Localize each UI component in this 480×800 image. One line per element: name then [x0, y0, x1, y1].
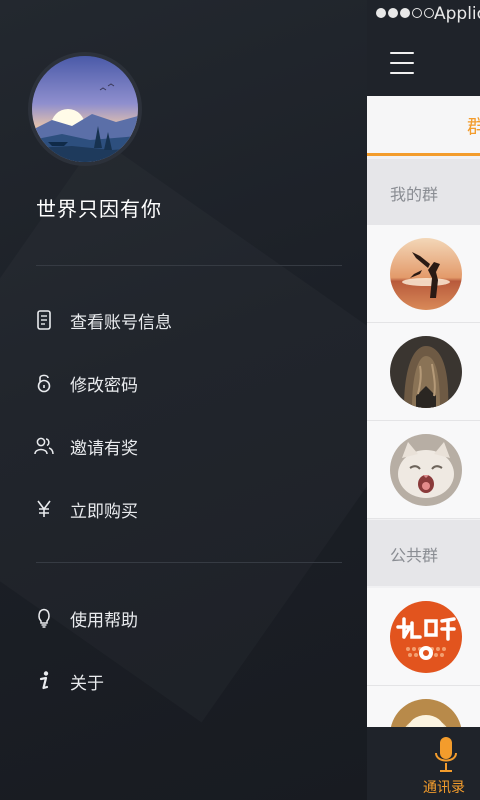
group-avatar-cat: [390, 434, 462, 506]
lock-icon: [34, 372, 54, 394]
menu-item-label: 邀请有奖: [70, 438, 138, 459]
section-header-public-groups: 公共群: [367, 520, 480, 586]
divider: [36, 265, 342, 266]
menu-item-change-password[interactable]: 修改密码: [0, 359, 367, 407]
user-avatar[interactable]: [28, 52, 142, 166]
group-avatar-youting-logo: [390, 601, 462, 673]
menu-item-label: 查看账号信息: [70, 312, 172, 333]
section-header-my-groups: 我的群: [367, 159, 480, 225]
people-icon: [34, 435, 54, 457]
hamburger-menu-icon[interactable]: [390, 52, 414, 74]
microphone-icon: [435, 737, 457, 772]
menu-item-label: 修改密码: [70, 375, 138, 396]
tab-contacts-label: 通讯录: [423, 780, 465, 796]
group-avatar-hair: [390, 336, 462, 408]
tab-contacts[interactable]: 通讯录: [407, 735, 480, 796]
group-avatar-couple: [390, 238, 462, 310]
bottom-tab-bar: 通讯录: [367, 727, 480, 800]
nav-bar: [367, 32, 480, 96]
document-icon: [34, 309, 54, 331]
menu-item-about[interactable]: 关于: [0, 657, 367, 705]
divider: [36, 562, 342, 563]
menu-item-account-info[interactable]: 查看账号信息: [0, 296, 367, 344]
yen-icon: [34, 498, 54, 520]
signal-strength-icon: [376, 8, 434, 18]
group-row[interactable]: [367, 225, 480, 323]
menu-item-label: 关于: [70, 673, 104, 694]
lightbulb-icon: [34, 607, 54, 629]
info-icon: [34, 670, 54, 692]
group-row[interactable]: [367, 588, 480, 686]
group-row[interactable]: [367, 421, 480, 519]
tab-groups[interactable]: 群: [467, 112, 480, 139]
group-row[interactable]: [367, 323, 480, 421]
menu-item-buy-now[interactable]: 立即购买: [0, 485, 367, 533]
status-bar: Applic: [367, 0, 480, 32]
main-panel: Applic 群 我的群: [367, 0, 480, 800]
menu-item-help[interactable]: 使用帮助: [0, 594, 367, 642]
carrier-name: Applic: [434, 4, 480, 24]
menu-item-label: 使用帮助: [70, 610, 138, 631]
section-title: 公共群: [390, 546, 439, 565]
section-title: 我的群: [390, 185, 439, 204]
menu-item-label: 立即购买: [70, 501, 138, 522]
user-name: 世界只因有你: [36, 197, 162, 221]
tab-strip: 群: [367, 96, 480, 156]
side-drawer: 世界只因有你 查看账号信息 修改密码 邀请有奖 立即购买 使用帮助 关于: [0, 0, 367, 800]
menu-item-invite-rewards[interactable]: 邀请有奖: [0, 422, 367, 470]
